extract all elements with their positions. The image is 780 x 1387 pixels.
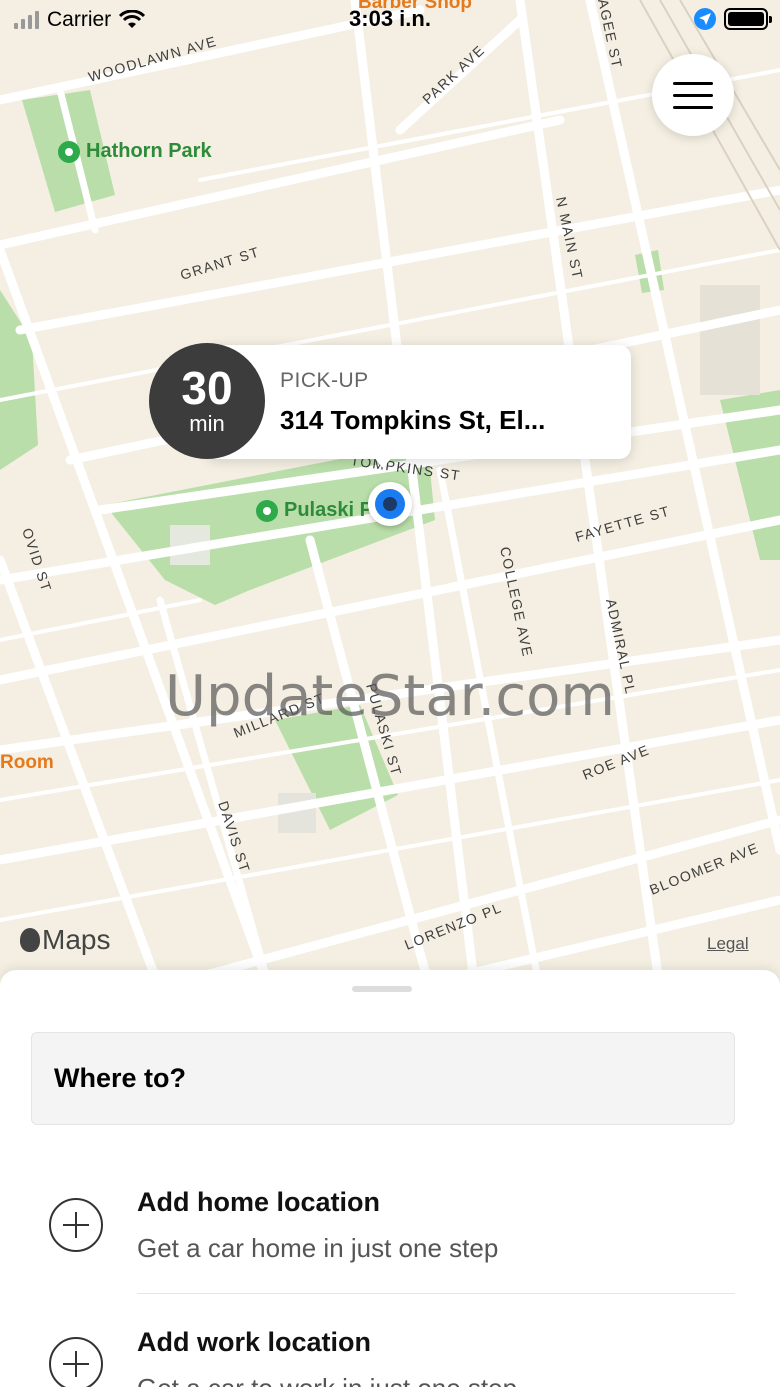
pickup-card[interactable]: PICK-UP 314 Tompkins St, El... [205,345,631,459]
street-label-park: PARK AVE [419,41,488,107]
poi-room[interactable]: Room [0,752,54,774]
road [515,0,665,990]
eta-badge: 30 min [149,343,265,459]
location-subtitle: Get a car to work in just one step [137,1373,517,1387]
location-subtitle: Get a car home in just one step [137,1233,499,1263]
location-title: Add work location [137,1327,372,1357]
apple-logo-icon [20,928,40,952]
building [700,285,760,395]
location-title: Add home location [137,1187,380,1217]
park-name: Hathorn Park [86,140,212,162]
park-area [105,450,435,605]
add-work-location-row[interactable]: Add work location Get a car to work in j… [0,1300,780,1387]
apple-maps-logo: Maps [20,924,110,956]
pickup-label: PICK-UP [280,369,369,392]
row-divider [137,1293,735,1294]
park-label-hathorn[interactable]: Hathorn Park [58,140,212,163]
eta-unit: min [189,411,225,436]
park-label-pulaski[interactable]: Pulaski P [256,499,373,522]
hamburger-line [673,81,713,85]
eta-value: 30 [181,362,233,414]
add-home-location-row[interactable]: Add home location Get a car home in just… [0,1160,780,1290]
pickup-address: 314 Tompkins St, El... [280,405,546,435]
road [156,596,274,990]
watermark: UpdateStar.com [165,664,615,729]
status-right [694,8,772,30]
add-icon [49,1198,103,1252]
map-view[interactable]: WOODLAWN AVE PARK AVE GRANT ST N MAIN ST… [0,0,780,990]
where-to-search-input[interactable]: Where to? [31,1032,735,1125]
callout-tail [372,455,394,468]
hamburger-line [673,93,713,97]
menu-button[interactable] [652,54,734,136]
status-time: 3:03 i.n. [349,6,431,31]
maps-brand-text: Maps [42,924,111,955]
street-label-ovid: OVID ST [19,526,55,594]
add-icon [49,1337,103,1387]
current-location-dot [368,482,412,526]
park-area [0,290,38,470]
sheet-grabber-handle[interactable] [352,986,412,992]
park-pin-icon [58,140,80,163]
street-label-college: COLLEGE AVE [497,545,536,659]
park-name: Pulaski P [284,499,373,521]
hamburger-line [673,105,713,109]
park-pin-icon [256,499,278,522]
street-label-grant: GRANT ST [178,243,262,282]
status-bar: Carrier 3:03 i.n. [0,0,780,40]
location-services-icon [694,8,716,30]
bottom-sheet: Where to? Add home location Get a car ho… [0,970,780,1387]
battery-icon [724,8,772,30]
legal-link[interactable]: Legal [707,934,749,954]
